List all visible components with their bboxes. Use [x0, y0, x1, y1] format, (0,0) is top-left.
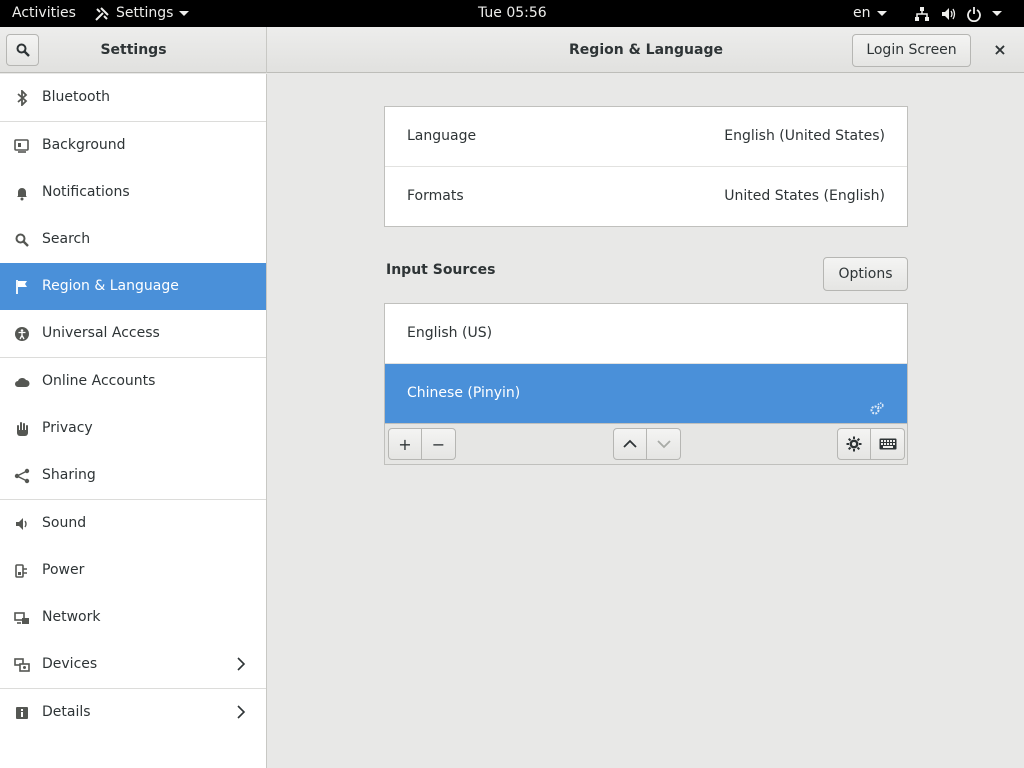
formats-row[interactable]: Formats United States (English) [385, 167, 907, 226]
sidebar-item-label: Privacy [42, 420, 93, 436]
sidebar-item-label: Region & Language [42, 278, 179, 294]
volume-icon [942, 7, 956, 20]
language-value: English (United States) [724, 128, 885, 144]
speaker-icon [13, 515, 31, 533]
formats-label: Formats [407, 188, 464, 204]
sidebar-item-online-accounts[interactable]: Online Accounts [0, 358, 266, 405]
clock[interactable]: Tue 05:56 [478, 0, 547, 27]
add-input-source-button[interactable]: + [388, 428, 422, 460]
input-sources-list: English (US) Chinese (Pinyin) + − [384, 303, 908, 465]
sidebar-item-network[interactable]: Network [0, 594, 266, 641]
sidebar-item-sharing[interactable]: Sharing [0, 452, 266, 499]
bell-icon [13, 184, 31, 202]
sidebar-item-universal-access[interactable]: Universal Access [0, 310, 266, 357]
system-menu[interactable] [914, 0, 1002, 27]
sidebar-item-label: Sound [42, 515, 87, 531]
sidebar-item-label: Notifications [42, 184, 130, 200]
sidebar-item-notifications[interactable]: Notifications [0, 169, 266, 216]
sidebar-item-region-language[interactable]: Region & Language [0, 263, 266, 310]
sidebar-item-label: Background [42, 137, 126, 153]
cloud-icon [13, 373, 31, 391]
settings-title: Settings [100, 42, 167, 58]
sidebar-item-label: Network [42, 609, 101, 625]
region-list: Language English (United States) Formats… [384, 106, 908, 227]
background-icon [13, 137, 31, 155]
flag-icon [13, 278, 31, 296]
sidebar-item-label: Universal Access [42, 325, 160, 341]
header-left: Settings [0, 27, 267, 73]
remove-input-source-button[interactable]: − [422, 428, 456, 460]
chevron-down-icon [179, 11, 190, 16]
language-label: Language [407, 128, 477, 144]
sidebar-item-label: Bluetooth [42, 89, 110, 105]
power-icon [967, 6, 981, 22]
sidebar-item-privacy[interactable]: Privacy [0, 405, 266, 452]
header-bar: Settings Region & Language Login Screen … [0, 27, 1024, 73]
minus-icon: − [431, 434, 446, 454]
search-icon [16, 43, 30, 57]
bluetooth-icon [13, 89, 31, 107]
sidebar-item-label: Search [42, 231, 91, 247]
input-sources-heading: Input Sources [386, 262, 496, 278]
sidebar-item-sound[interactable]: Sound [0, 500, 266, 547]
network-icon [13, 609, 31, 627]
gear-icon [846, 436, 862, 452]
sidebar-item-details[interactable]: Details [0, 689, 266, 736]
accessibility-icon [13, 325, 31, 343]
sidebar-item-label: Devices [42, 656, 98, 672]
hand-icon [13, 420, 31, 438]
search-icon [13, 231, 31, 249]
top-bar: Activities Settings Tue 05:56 en [0, 0, 1024, 27]
app-menu-label: Settings [116, 5, 174, 21]
chevron-down-icon [876, 11, 887, 16]
chevron-down-icon [656, 440, 671, 449]
app-menu[interactable]: Settings [94, 0, 190, 27]
main-panel: Language English (United States) Formats… [268, 74, 1024, 768]
devices-icon [13, 656, 31, 674]
sidebar: Bluetooth Background Notifications Searc… [0, 74, 267, 768]
formats-value: United States (English) [724, 188, 885, 204]
chevron-right-icon [236, 705, 246, 723]
sidebar-item-power[interactable]: Power [0, 547, 266, 594]
sidebar-item-bluetooth[interactable]: Bluetooth [0, 74, 266, 121]
show-keyboard-layout-button[interactable] [871, 428, 905, 460]
login-screen-button[interactable]: Login Screen [852, 34, 971, 67]
chevron-up-icon [623, 439, 637, 448]
move-up-button[interactable] [613, 428, 647, 460]
keyboard-icon [879, 438, 896, 450]
chevron-down-icon [992, 11, 1002, 16]
options-button[interactable]: Options [823, 257, 908, 291]
close-icon: × [993, 40, 1007, 59]
activities-button[interactable]: Activities [12, 0, 76, 27]
move-down-button[interactable] [647, 428, 681, 460]
search-button[interactable] [6, 34, 39, 66]
sidebar-item-label: Sharing [42, 467, 96, 483]
sidebar-item-label: Power [42, 562, 85, 578]
sidebar-item-search[interactable]: Search [0, 216, 266, 263]
plus-icon: + [398, 434, 412, 454]
language-indicator-label: en [853, 5, 871, 21]
tools-icon [95, 6, 109, 21]
input-source-settings-button[interactable] [837, 428, 871, 460]
info-icon [13, 704, 31, 722]
share-icon [13, 467, 31, 485]
input-source-label: Chinese (Pinyin) [407, 385, 521, 401]
sidebar-item-background[interactable]: Background [0, 122, 266, 169]
chevron-right-icon [236, 657, 246, 675]
language-row[interactable]: Language English (United States) [385, 107, 907, 166]
input-source-row[interactable]: Chinese (Pinyin) [385, 364, 907, 423]
network-wired-icon [915, 6, 929, 21]
input-sources-toolbar: + − [385, 423, 907, 464]
language-indicator[interactable]: en [853, 0, 887, 27]
close-button[interactable]: × [985, 36, 1015, 64]
power-plug-icon [13, 562, 31, 580]
input-source-row[interactable]: English (US) [385, 304, 907, 363]
sidebar-item-label: Details [42, 704, 91, 720]
sidebar-item-label: Online Accounts [42, 373, 156, 389]
sidebar-item-devices[interactable]: Devices [0, 641, 266, 688]
input-source-label: English (US) [407, 325, 493, 341]
